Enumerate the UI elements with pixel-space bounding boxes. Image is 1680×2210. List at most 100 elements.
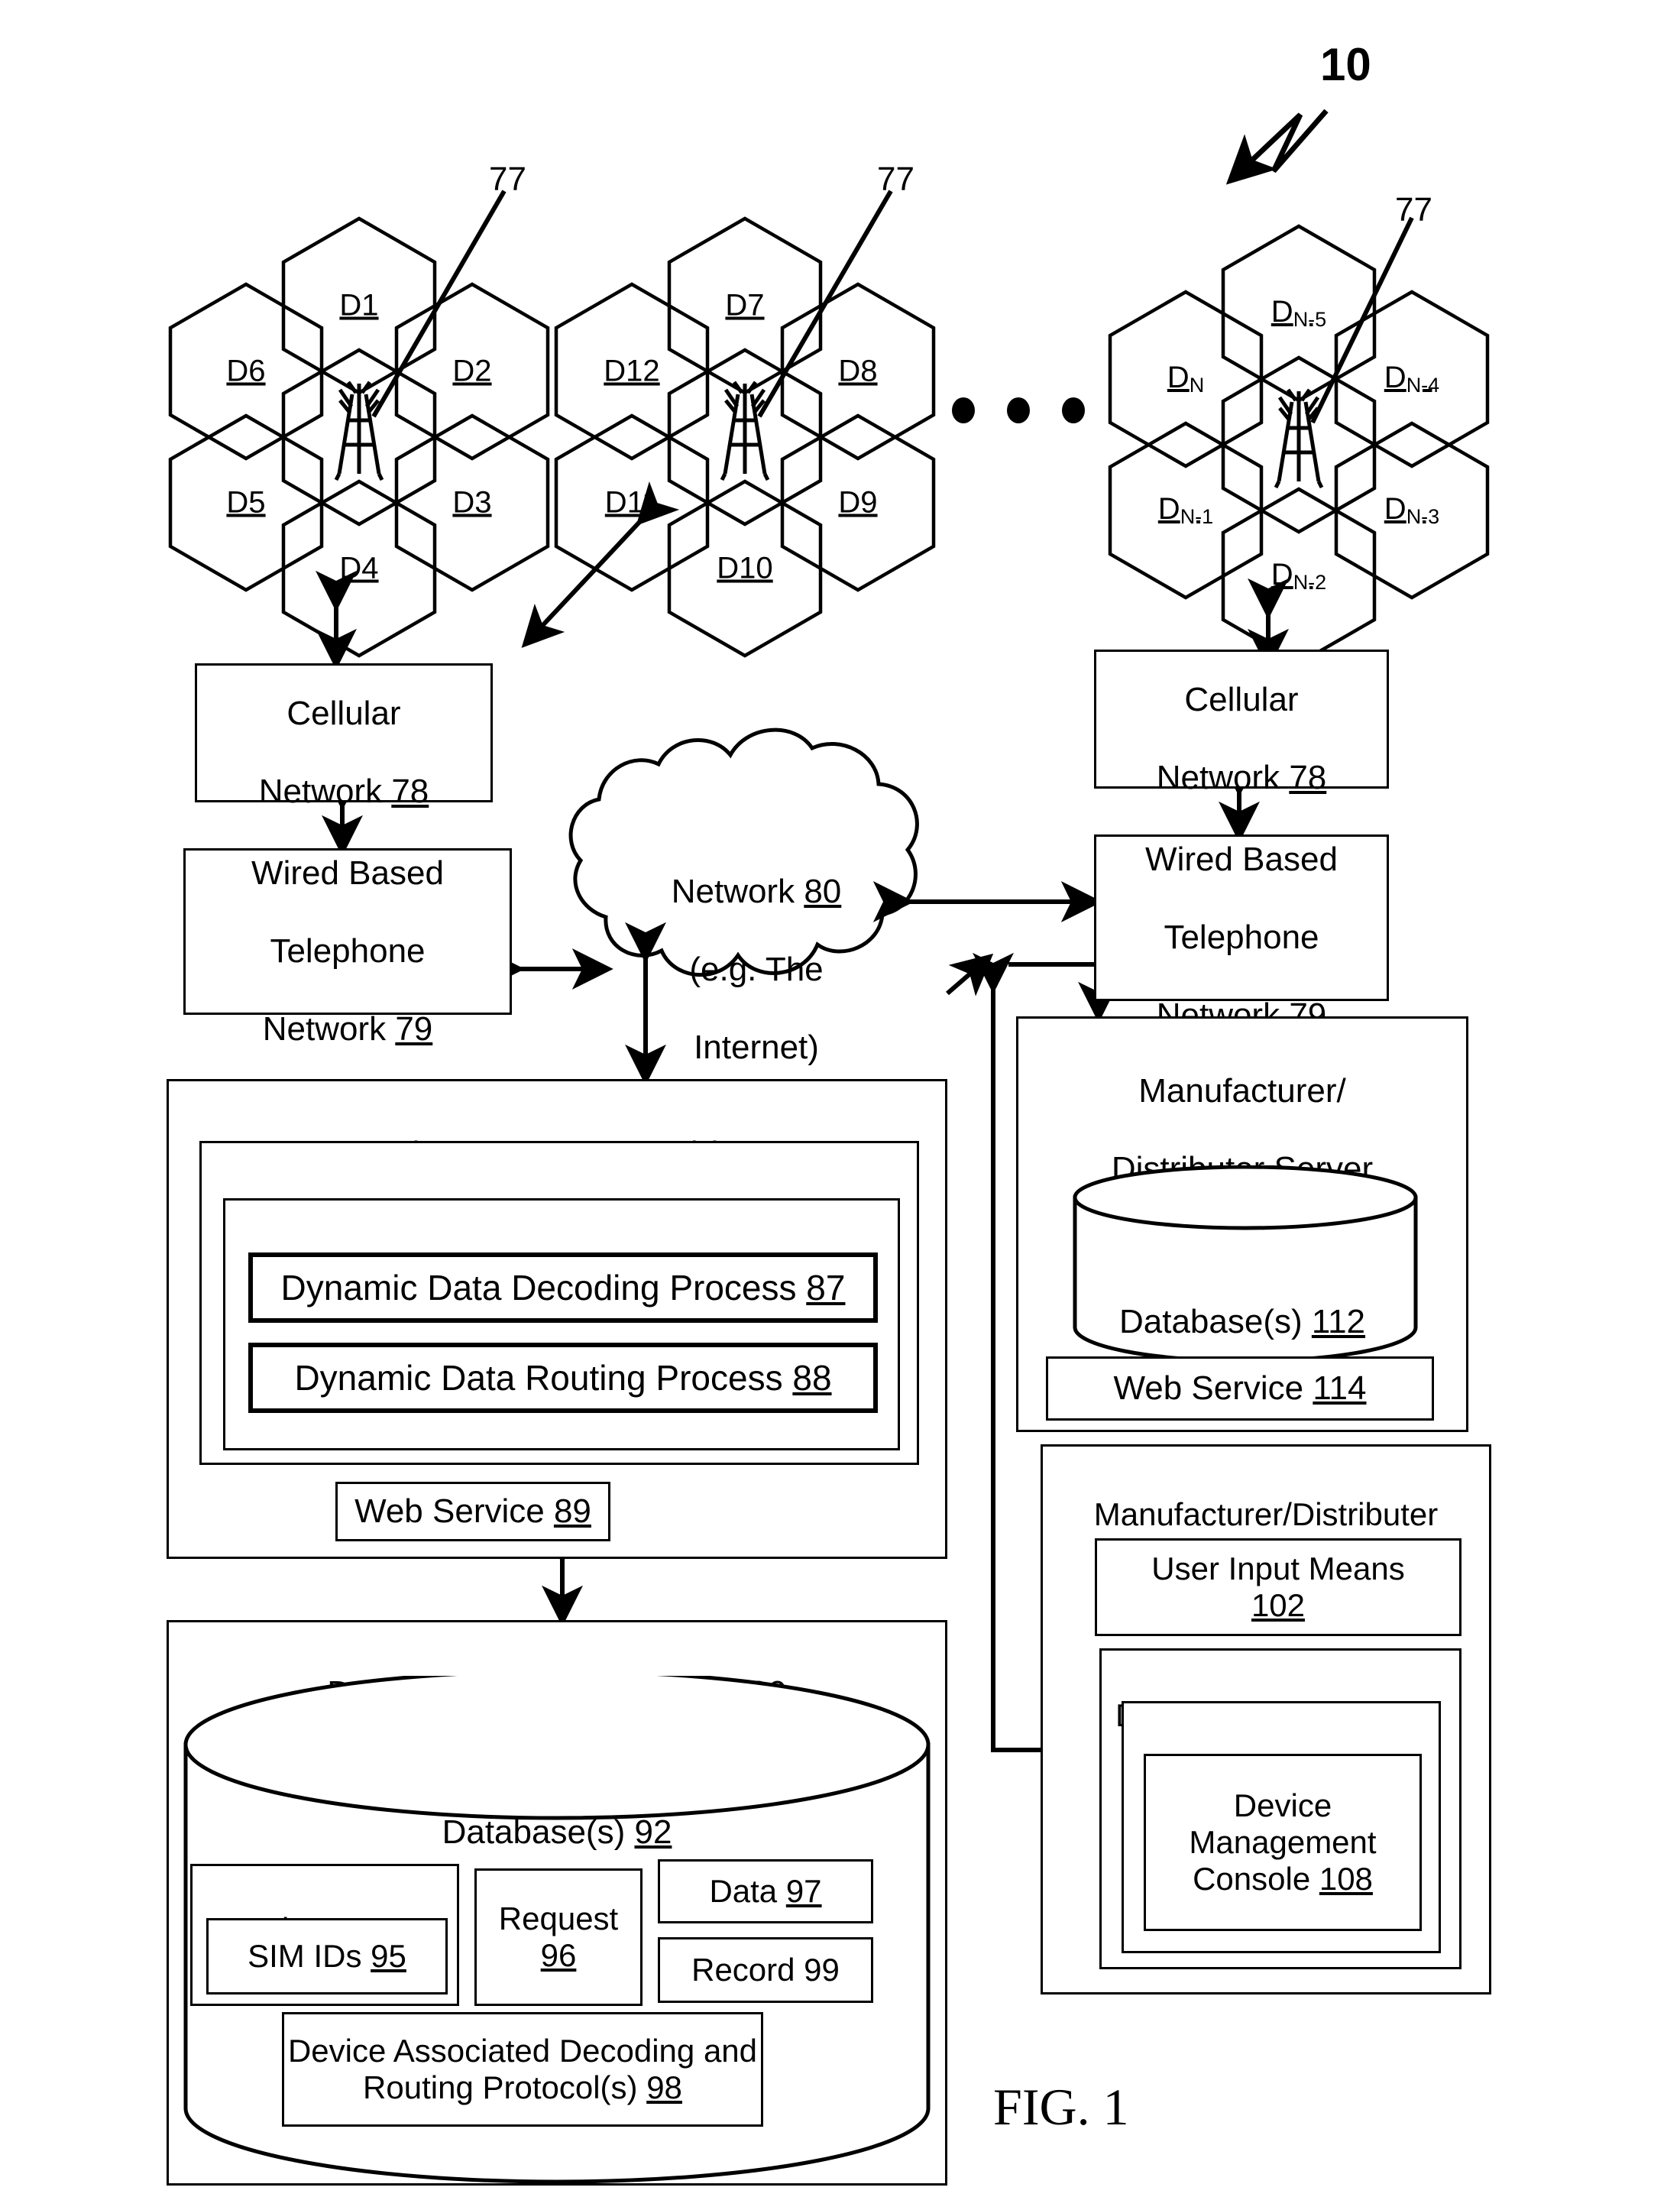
service-web-service-text: Web Service xyxy=(354,1492,554,1530)
console-line1: Device xyxy=(1233,1787,1332,1823)
sim-ids-box: SIM IDs 95 xyxy=(206,1918,448,1995)
cellular-right-ref: 78 xyxy=(1289,759,1327,797)
figure-caption: FIG. 1 xyxy=(993,2078,1129,2136)
display-box: Display 104 Web Browser 106 Device Manag… xyxy=(1099,1648,1462,1969)
data-text: Data xyxy=(709,1873,786,1909)
data-box: Data 97 xyxy=(658,1859,873,1923)
cell-label-sub: N-2 xyxy=(1293,571,1327,594)
network-cloud-label: Network 80 (e.g. The Internet) xyxy=(642,833,871,1067)
request-ref: 96 xyxy=(540,1937,577,1973)
cellular-right-line2: Network xyxy=(1156,759,1290,797)
centralized-data-routing-engine-box: Centralized Data Routing Engine 84 Data … xyxy=(199,1141,919,1465)
patent-figure-1: D1 D2 D3 D4 D5 D6 D7 D8 D9 D10 D11 D12 D… xyxy=(0,0,1680,2210)
cell-DN: DN xyxy=(1110,292,1261,466)
user-input-text: User Input Means xyxy=(1151,1551,1405,1586)
cloud-line2: (e.g. The xyxy=(689,951,824,989)
cell-label: D11 xyxy=(604,485,659,520)
mfg-database-text: Database(s) xyxy=(1118,1303,1312,1341)
decoding-process-ref: 87 xyxy=(806,1268,846,1308)
sim-ids-text: SIM IDs xyxy=(248,1938,371,1974)
service-server-system-box: Service Server System(s) 82 Centralized … xyxy=(167,1079,947,1559)
protocols-line1: Device Associated Decoding and xyxy=(287,2033,758,2069)
ellipsis-dot xyxy=(1062,397,1085,423)
data-decoding-routing-protocol-box: Data Decoding and Routing Protocol 86 Dy… xyxy=(223,1198,900,1450)
wired-left-line1: Wired Based xyxy=(251,854,444,892)
request-text: Request xyxy=(498,1901,619,1936)
database-server-system-box: Database Server System(s) 90 Database(s)… xyxy=(167,1620,947,2186)
cell-label-base: D xyxy=(1157,492,1180,526)
database-92-text: Database(s) xyxy=(442,1813,635,1852)
cell-label-sub: N-5 xyxy=(1293,308,1327,331)
cell-label-sub: N-1 xyxy=(1180,505,1214,528)
cell-label-sub: N xyxy=(1189,374,1205,397)
cell-D12: D12 xyxy=(556,284,707,459)
console-ref: 108 xyxy=(1319,1861,1373,1897)
ref-10-system: 10 xyxy=(1320,39,1371,90)
dynamic-data-decoding-process-box: Dynamic Data Decoding Process 87 xyxy=(248,1252,878,1323)
cellular-network-left-box: Cellular Network 78 xyxy=(195,663,493,810)
ref-77-cluster2: 77 xyxy=(877,160,914,198)
console-line3: Console xyxy=(1193,1861,1319,1897)
user-input-ref: 102 xyxy=(1251,1587,1306,1623)
service-web-service-box: Web Service 89 xyxy=(335,1482,610,1541)
wired-right-line1: Wired Based xyxy=(1145,840,1338,878)
cell-label-sub: N-3 xyxy=(1406,505,1440,528)
cell-label: D8 xyxy=(838,354,878,388)
web-browser-box: Web Browser 106 Device Management Consol… xyxy=(1122,1701,1441,1953)
cell-D6: D6 xyxy=(170,284,322,459)
cellular-network-right-box: Cellular Network 78 xyxy=(1094,650,1389,796)
protocols-ref: 98 xyxy=(646,2069,682,2105)
device-associated-protocols-box: Device Associated Decoding and Routing P… xyxy=(282,2012,763,2127)
cell-label: D5 xyxy=(226,485,266,520)
cellular-right-line1: Cellular xyxy=(1184,680,1299,718)
data-ref: 97 xyxy=(785,1873,822,1909)
decoding-process-text: Dynamic Data Decoding Process xyxy=(280,1268,807,1308)
wired-network-right-box: Wired Based Telephone Network 79 xyxy=(1094,834,1389,1034)
manufacturer-web-service-box: Web Service 114 xyxy=(1046,1356,1434,1421)
cell-label-base: D xyxy=(1384,361,1406,394)
console-line2: Management xyxy=(1189,1824,1377,1860)
wired-network-left-box: Wired Based Telephone Network 79 xyxy=(183,848,512,1048)
service-web-service-ref: 89 xyxy=(553,1492,591,1530)
user-input-means-box: User Input Means 102 xyxy=(1095,1538,1462,1636)
wired-left-line3: Network xyxy=(262,1010,396,1048)
cellular-left-line2: Network xyxy=(258,773,392,811)
record-text: Record 99 xyxy=(691,1952,840,1988)
ref-77-clusterN: 77 xyxy=(1395,191,1432,228)
device-management-console-box: Device Management Console 108 xyxy=(1144,1754,1422,1931)
routing-process-text: Dynamic Data Routing Process xyxy=(294,1358,793,1398)
device-ids-box: Device IDs 94 SIM IDs 95 xyxy=(190,1864,459,2006)
manufacturer-database-label: Database(s) 112 xyxy=(1018,1263,1466,1341)
cell-label: D12 xyxy=(604,354,660,388)
manufacturer-server-system-box: Manufacturer/ Distributer Server System(… xyxy=(1016,1016,1468,1432)
cellular-left-line1: Cellular xyxy=(286,694,401,732)
database-92-label: Database(s) 92 xyxy=(169,1774,945,1852)
mfg-web-service-text: Web Service xyxy=(1113,1369,1313,1407)
cell-label-base: D xyxy=(1271,558,1293,591)
record-box: Record 99 xyxy=(658,1937,873,2003)
mfg-database-ref: 112 xyxy=(1311,1303,1366,1341)
protocols-line2: Routing Protocol(s) xyxy=(363,2069,647,2105)
client-line1: Manufacturer/Distributer xyxy=(1093,1495,1439,1532)
wired-left-line2: Telephone xyxy=(270,932,426,970)
sim-ids-ref: 95 xyxy=(371,1938,406,1974)
manufacturer-client-system-box: Manufacturer/Distributer Client System(s… xyxy=(1041,1444,1491,1995)
cell-label-base: D xyxy=(1167,361,1190,394)
wired-right-line2: Telephone xyxy=(1164,919,1319,956)
cellular-left-ref: 78 xyxy=(391,773,429,811)
request-box: Request 96 xyxy=(474,1868,643,2006)
cell-label: D2 xyxy=(452,354,492,388)
cloud-ref: 80 xyxy=(804,873,842,911)
cloud-line1: Network xyxy=(671,873,804,911)
cell-label: D6 xyxy=(226,354,266,388)
cell-label-base: D xyxy=(1384,492,1406,526)
ellipsis-dot xyxy=(1007,397,1030,423)
database-92-ref: 92 xyxy=(634,1813,672,1852)
cloud-line3: Internet) xyxy=(694,1029,819,1067)
wired-left-ref: 79 xyxy=(395,1010,433,1048)
cell-label-base: D xyxy=(1271,295,1293,329)
ellipsis-dot xyxy=(952,397,975,423)
ref-77-cluster1: 77 xyxy=(489,160,526,198)
dynamic-data-routing-process-box: Dynamic Data Routing Process 88 xyxy=(248,1343,878,1413)
cell-label-sub: N-4 xyxy=(1406,374,1440,397)
